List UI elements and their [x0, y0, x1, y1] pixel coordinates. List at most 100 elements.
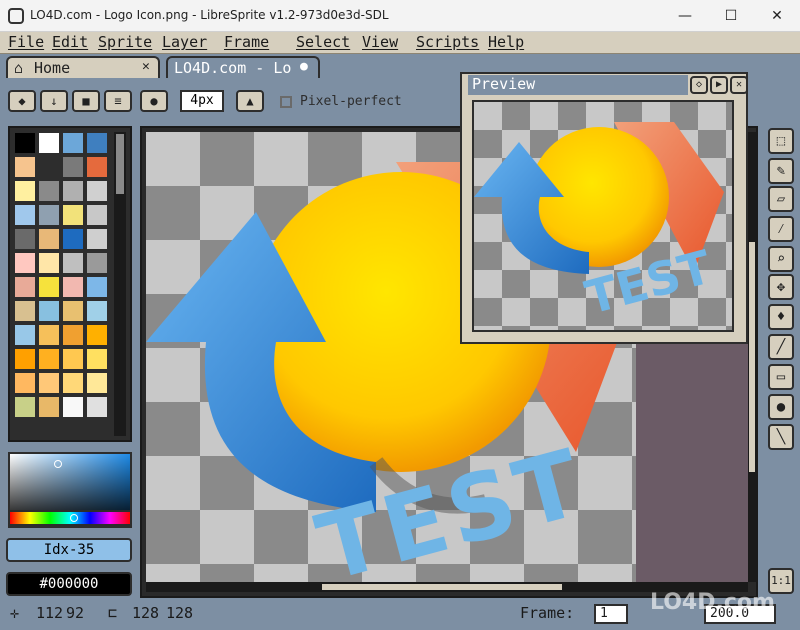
palette-swatch[interactable] — [38, 324, 60, 346]
horizontal-scroll-thumb[interactable] — [322, 584, 562, 590]
palette-swatch[interactable] — [38, 180, 60, 202]
palette-swatch[interactable] — [14, 204, 36, 226]
palette-index-field[interactable]: Idx-35 — [6, 538, 132, 562]
blob-tool-icon[interactable]: ● — [768, 394, 794, 420]
palette-swatch[interactable] — [14, 324, 36, 346]
palette-swatch[interactable] — [14, 348, 36, 370]
eyedropper-tool-icon[interactable]: ⁄ — [768, 216, 794, 242]
tab-document[interactable]: LO4D.com - Lo ● — [166, 56, 320, 78]
brush-lines-button[interactable]: ≡ — [104, 90, 132, 112]
palette-swatch[interactable] — [86, 204, 108, 226]
vertical-scroll-thumb[interactable] — [749, 242, 755, 472]
close-window-button[interactable]: ✕ — [754, 0, 800, 32]
menu-help[interactable]: Help — [488, 33, 524, 51]
palette-swatch[interactable] — [86, 300, 108, 322]
palette-swatch[interactable] — [62, 204, 84, 226]
palette-swatch[interactable] — [14, 300, 36, 322]
preview-window[interactable]: Preview ◇ ▶ ✕ TEST — [460, 72, 748, 344]
palette-swatch[interactable] — [86, 156, 108, 178]
menu-file[interactable]: File — [8, 33, 44, 51]
pencil-tool-icon[interactable]: ✎ — [768, 158, 794, 184]
palette-swatch[interactable] — [38, 396, 60, 418]
palette-swatch[interactable] — [86, 324, 108, 346]
palette-swatch[interactable] — [86, 252, 108, 274]
menu-edit[interactable]: Edit — [52, 33, 88, 51]
hue-slider-handle[interactable] — [70, 514, 78, 522]
palette-scrollbar[interactable] — [114, 132, 126, 436]
palette-swatch[interactable] — [38, 228, 60, 250]
hex-color-field[interactable]: #000000 — [6, 572, 132, 596]
brush-type-button[interactable]: ◆ — [8, 90, 36, 112]
palette-swatch[interactable] — [62, 348, 84, 370]
line-tool-icon[interactable]: ╱ — [768, 334, 794, 360]
palette-swatch[interactable] — [86, 348, 108, 370]
ink-button[interactable]: ▲ — [236, 90, 264, 112]
palette-swatch[interactable] — [38, 348, 60, 370]
hue-slider[interactable] — [8, 510, 132, 526]
palette-swatch[interactable] — [14, 276, 36, 298]
eraser-tool-icon[interactable]: ▱ — [768, 186, 794, 212]
frame-field[interactable]: 1 — [594, 604, 628, 624]
palette-swatch[interactable] — [62, 228, 84, 250]
palette-swatch[interactable] — [86, 132, 108, 154]
palette-swatch[interactable] — [62, 396, 84, 418]
menu-layer[interactable]: Layer — [162, 33, 207, 51]
palette-swatch[interactable] — [14, 396, 36, 418]
palette-swatch[interactable] — [62, 252, 84, 274]
spray-tool-icon[interactable]: ╲ — [768, 424, 794, 450]
fill-tool-icon[interactable]: ♦ — [768, 304, 794, 330]
menu-frame[interactable]: Frame — [224, 33, 269, 51]
palette-swatch[interactable] — [14, 156, 36, 178]
palette-swatch[interactable] — [62, 372, 84, 394]
move-tool-icon[interactable]: ✥ — [768, 274, 794, 300]
menu-scripts[interactable]: Scripts — [416, 33, 479, 51]
minimize-button[interactable]: — — [662, 0, 708, 32]
preview-close-icon[interactable]: ✕ — [730, 76, 748, 94]
palette-swatch[interactable] — [38, 300, 60, 322]
palette-swatch[interactable] — [86, 396, 108, 418]
color-picker-handle[interactable] — [54, 460, 62, 468]
pixel-perfect-checkbox[interactable] — [280, 96, 292, 108]
brush-square-button[interactable]: ■ — [72, 90, 100, 112]
palette-swatch[interactable] — [86, 180, 108, 202]
palette-swatch[interactable] — [38, 252, 60, 274]
vertical-scrollbar[interactable] — [748, 132, 756, 582]
color-palette — [8, 126, 132, 442]
size-icon: ⊏ — [108, 604, 118, 622]
palette-swatch[interactable] — [38, 372, 60, 394]
brush-down-button[interactable]: ↓ — [40, 90, 68, 112]
palette-swatch[interactable] — [14, 228, 36, 250]
palette-swatch[interactable] — [14, 180, 36, 202]
palette-swatch[interactable] — [62, 324, 84, 346]
brush-size-field[interactable]: 4px — [180, 90, 224, 112]
menu-sprite[interactable]: Sprite — [98, 33, 152, 51]
menu-view[interactable]: View — [362, 33, 398, 51]
palette-swatch[interactable] — [62, 300, 84, 322]
menu-select[interactable]: Select — [296, 33, 350, 51]
palette-swatch[interactable] — [38, 204, 60, 226]
palette-swatch[interactable] — [38, 132, 60, 154]
maximize-button[interactable]: ☐ — [708, 0, 754, 32]
palette-swatch[interactable] — [38, 276, 60, 298]
tab-home[interactable]: ⌂ Home ✕ — [6, 56, 160, 78]
palette-swatch[interactable] — [86, 228, 108, 250]
palette-swatch[interactable] — [14, 252, 36, 274]
palette-swatch[interactable] — [62, 180, 84, 202]
zoom-tool-icon[interactable]: ⌕ — [768, 246, 794, 272]
marquee-tool-icon[interactable]: ⬚ — [768, 128, 794, 154]
palette-swatch[interactable] — [38, 156, 60, 178]
palette-swatch[interactable] — [62, 156, 84, 178]
brush-dot-button[interactable]: ● — [140, 90, 168, 112]
palette-swatch[interactable] — [14, 132, 36, 154]
sprite-width: 128 — [132, 604, 160, 622]
palette-swatch[interactable] — [62, 276, 84, 298]
palette-scroll-thumb[interactable] — [116, 134, 124, 194]
palette-swatch[interactable] — [86, 276, 108, 298]
rectangle-tool-icon[interactable]: ▭ — [768, 364, 794, 390]
palette-swatch[interactable] — [14, 372, 36, 394]
preview-center-icon[interactable]: ◇ — [690, 76, 708, 94]
preview-play-icon[interactable]: ▶ — [710, 76, 728, 94]
palette-swatch[interactable] — [62, 132, 84, 154]
tab-close-icon[interactable]: ✕ — [142, 59, 150, 74]
palette-swatch[interactable] — [86, 372, 108, 394]
